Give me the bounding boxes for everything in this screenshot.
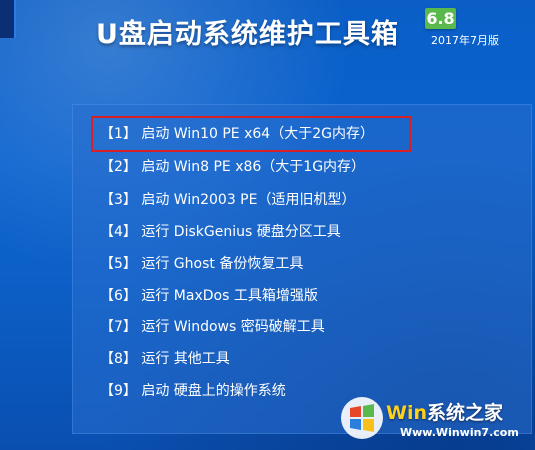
menu-item-7[interactable]: 【7】 运行 Windows 密码破解工具 — [100, 314, 325, 340]
menu-item-label: 【9】 启动 硬盘上的操作系统 — [100, 383, 286, 399]
menu-item-9[interactable]: 【9】 启动 硬盘上的操作系统 — [100, 378, 286, 404]
menu-item-label: 【6】 运行 MaxDos 工具箱增强版 — [100, 288, 318, 304]
menu-item-label: 【1】 启动 Win10 PE x64（大于2G内存） — [100, 126, 374, 142]
menu-item-label: 【4】 运行 DiskGenius 硬盘分区工具 — [100, 224, 341, 240]
menu-item-4[interactable]: 【4】 运行 DiskGenius 硬盘分区工具 — [100, 219, 341, 245]
menu-item-6[interactable]: 【6】 运行 MaxDos 工具箱增强版 — [100, 283, 318, 309]
watermark-brand-prefix: Win — [386, 402, 427, 424]
version-date: 2017年7月版 — [431, 34, 499, 47]
page-title: U盘启动系统维护工具箱 — [96, 19, 399, 50]
windows-logo-icon — [341, 397, 383, 439]
watermark: Win系统之家 Www.Winwin7.com — [338, 390, 528, 445]
window-edge — [0, 0, 16, 38]
version-badge: 6.8 — [425, 8, 456, 29]
menu-item-8[interactable]: 【8】 运行 其他工具 — [100, 346, 230, 372]
menu-item-label: 【8】 运行 其他工具 — [100, 351, 230, 367]
menu-item-label: 【5】 运行 Ghost 备份恢复工具 — [100, 256, 304, 272]
menu-item-3[interactable]: 【3】 启动 Win2003 PE（适用旧机型） — [100, 187, 355, 213]
watermark-brand-suffix: 系统之家 — [427, 402, 504, 424]
menu-item-5[interactable]: 【5】 运行 Ghost 备份恢复工具 — [100, 251, 303, 277]
watermark-title: Win系统之家 — [386, 398, 503, 425]
menu-item-1[interactable]: 【1】 启动 Win10 PE x64（大于2G内存） — [100, 121, 374, 147]
menu-item-label: 【7】 运行 Windows 密码破解工具 — [100, 319, 325, 335]
menu-item-2[interactable]: 【2】 启动 Win8 PE x86（大于1G内存） — [100, 154, 365, 180]
menu-item-label: 【2】 启动 Win8 PE x86（大于1G内存） — [100, 159, 366, 175]
watermark-url: Www.Winwin7.com — [400, 426, 519, 439]
menu-item-label: 【3】 启动 Win2003 PE（适用旧机型） — [100, 192, 356, 208]
